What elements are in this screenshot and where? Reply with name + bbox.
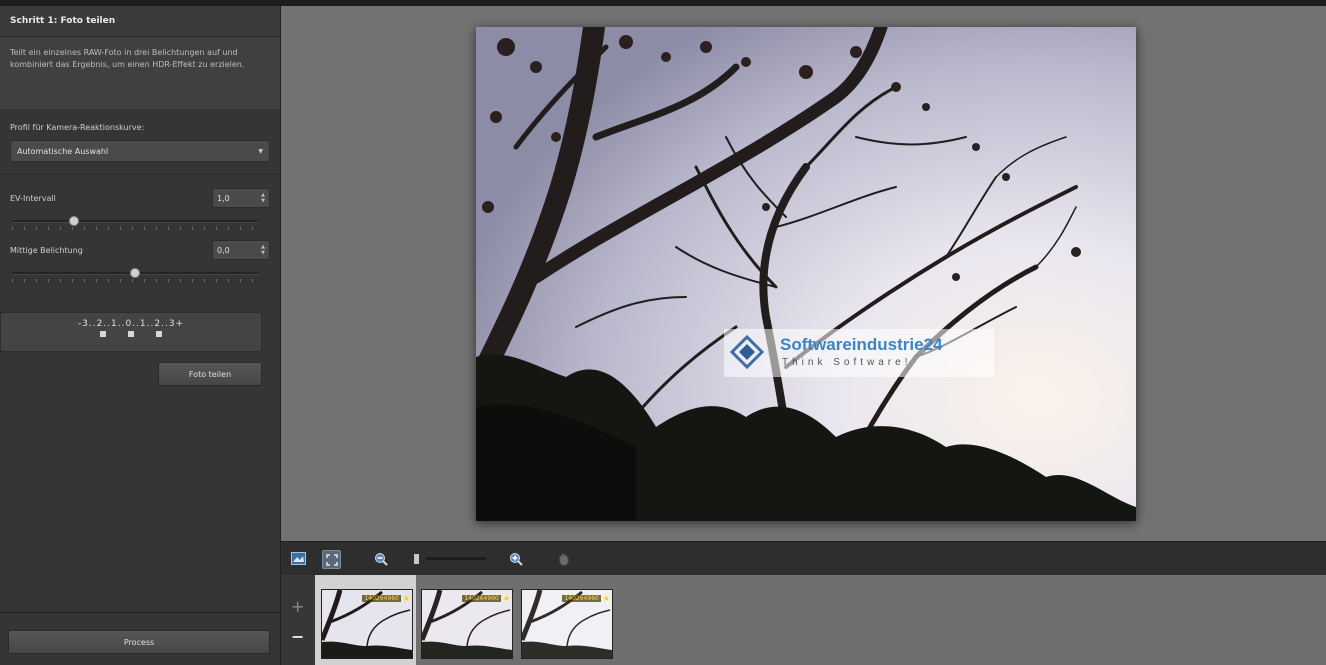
spin-arrows-icon[interactable]: ▲ ▼ [261, 192, 265, 204]
slider-ticks [12, 279, 258, 282]
exposure-value: 0,0 [217, 245, 230, 255]
exposure-spinbox[interactable]: 0,0 ▲ ▼ [212, 240, 270, 260]
preview-canvas: Softwareindustrie24 Think Software! [281, 6, 1326, 541]
thumbnail-badge: 140264960 ★ [462, 594, 510, 603]
exposure-thumbnail[interactable]: 140264960 ★ [321, 589, 413, 659]
dropdown-arrow-icon: ▼ [258, 147, 263, 155]
exposure-scale-text: -3..2..1..0..1..2..3+ [77, 319, 185, 329]
thumbnail-badge: 140264960 ★ [362, 594, 410, 603]
zoom-in-icon[interactable] [507, 550, 524, 567]
star-icon: ★ [602, 594, 610, 603]
exposure-thumbnail[interactable]: 140264960 ★ [521, 589, 613, 659]
thumbnail-badge-id: 140264960 [462, 595, 501, 602]
fit-view-icon[interactable] [290, 550, 307, 567]
view-toolbar [281, 541, 1326, 576]
divider [0, 174, 280, 175]
star-icon: ★ [502, 594, 510, 603]
slider-ticks [12, 227, 258, 230]
preview-photo: Softwareindustrie24 Think Software! [476, 27, 1136, 521]
split-photo-button[interactable]: Foto teilen [158, 362, 262, 386]
watermark: Softwareindustrie24 Think Software! [724, 329, 994, 377]
watermark-title: Softwareindustrie24 [780, 335, 943, 354]
profile-label: Profil für Kamera-Reaktionskurve: [10, 123, 145, 132]
exposure-thumbnail[interactable]: 140264960 ★ [421, 589, 513, 659]
exposure-row: Mittige Belichtung 0,0 ▲ ▼ [10, 239, 270, 261]
zoom-out-icon[interactable] [372, 550, 389, 567]
add-photo-icon[interactable]: + [291, 597, 304, 616]
divider [0, 612, 280, 613]
settings-body: Profil für Kamera-Reaktionskurve: Automa… [0, 123, 280, 283]
exposure-label: Mittige Belichtung [10, 245, 83, 255]
watermark-subtitle: Think Software! [782, 357, 912, 368]
thumbnail-badge-id: 140264960 [562, 595, 601, 602]
profile-dropdown[interactable]: Automatische Auswahl ▼ [10, 140, 270, 162]
star-icon: ★ [402, 594, 410, 603]
slider-track [12, 220, 258, 223]
slider-thumb[interactable] [130, 268, 140, 278]
exposure-slider[interactable] [10, 265, 270, 283]
profile-dropdown-value: Automatische Auswahl [17, 146, 109, 156]
ev-interval-label: EV-Intervall [10, 193, 56, 203]
spin-arrows-icon[interactable]: ▲ ▼ [261, 244, 265, 256]
zoom-slider[interactable] [426, 557, 486, 560]
filmstrip-controls: + − [281, 575, 315, 665]
ev-interval-spinbox[interactable]: 1,0 ▲ ▼ [212, 188, 270, 208]
thumbnail-badge-id: 140264960 [362, 595, 401, 602]
slider-thumb[interactable] [68, 216, 79, 226]
ev-interval-row: EV-Intervall 1,0 ▲ ▼ [10, 187, 270, 209]
step-description: Teilt ein einzelnes RAW-Foto in drei Bel… [0, 37, 280, 109]
thumbnail-badge: 140264960 ★ [562, 594, 610, 603]
process-button[interactable]: Process [8, 630, 270, 654]
remove-photo-icon[interactable]: − [291, 627, 304, 646]
filmstrip: + − 140264960 ★ 140264960 ★ 140264960 ★ [281, 575, 1326, 665]
watermark-logo-icon [730, 335, 764, 369]
exposure-scale: -3..2..1..0..1..2..3+ [0, 312, 262, 352]
step-title: Schritt 1: Foto teilen [10, 16, 116, 26]
tree-silhouette-image [476, 27, 1136, 521]
exposure-marker [100, 331, 106, 337]
exposure-marker [128, 331, 134, 337]
fullscreen-icon[interactable] [322, 550, 341, 569]
ev-interval-value: 1,0 [217, 193, 230, 203]
sidebar-panel: Schritt 1: Foto teilen Teilt ein einzeln… [0, 6, 281, 665]
step-header: Schritt 1: Foto teilen [0, 6, 280, 37]
zoom-slider-icon[interactable] [408, 550, 425, 567]
ev-interval-slider[interactable] [10, 213, 270, 231]
hand-tool-icon[interactable] [555, 550, 572, 567]
exposure-marker [156, 331, 162, 337]
exposure-markers [1, 331, 261, 337]
